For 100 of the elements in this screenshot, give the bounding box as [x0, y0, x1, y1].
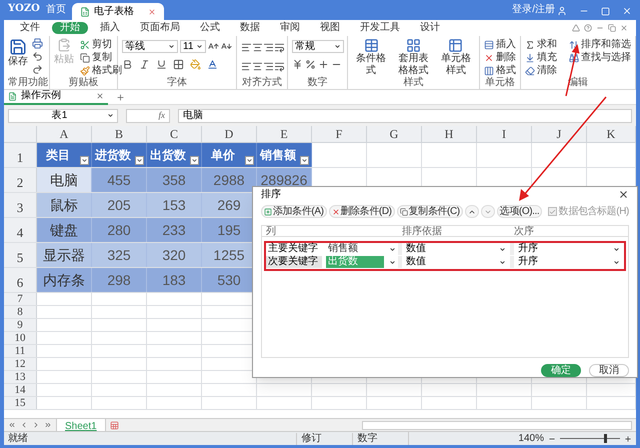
number-format-field[interactable]: 常规: [292, 40, 344, 53]
wrap-text-icon[interactable]: [274, 42, 285, 53]
delete-button[interactable]: 删除: [484, 51, 516, 64]
menu-tab[interactable]: 插入: [92, 22, 128, 34]
align-right-icon[interactable]: [263, 42, 274, 53]
font-color-icon[interactable]: [207, 59, 218, 70]
add-condition-button[interactable]: 添加条件(A): [261, 205, 327, 218]
dropdown-caret-icon[interactable]: [107, 112, 114, 119]
filter-dropdown-icon[interactable]: [80, 156, 89, 165]
column-header[interactable]: I: [502, 126, 506, 143]
filter-dropdown-icon[interactable]: [300, 156, 309, 165]
menu-tab[interactable]: 文件: [12, 22, 48, 34]
row-header[interactable]: 8: [17, 306, 23, 318]
grow-font-icon[interactable]: [208, 41, 219, 52]
column-header[interactable]: H: [444, 126, 454, 143]
currency-icon[interactable]: [292, 59, 303, 70]
sum-button[interactable]: 求和: [525, 38, 557, 51]
delete-condition-button[interactable]: 删除条件(D): [328, 205, 395, 218]
zoom-slider[interactable]: [560, 434, 620, 443]
align-left-icon[interactable]: [241, 42, 252, 53]
collapse-ribbon-icon[interactable]: [572, 24, 580, 32]
row-header[interactable]: 5: [16, 248, 24, 267]
column-header[interactable]: D: [224, 126, 234, 143]
bold-icon[interactable]: [122, 59, 133, 70]
row-header[interactable]: 4: [16, 222, 24, 242]
align-left-icon[interactable]: [241, 61, 252, 72]
fill-button[interactable]: 填充: [525, 51, 557, 64]
italic-icon[interactable]: [139, 59, 150, 70]
home-tab[interactable]: 首页: [40, 4, 72, 20]
column-header[interactable]: C: [170, 126, 178, 143]
dropdown-caret-icon[interactable]: [334, 43, 341, 50]
zoom-in-icon[interactable]: [624, 434, 632, 442]
slider-thumb[interactable]: [604, 434, 607, 443]
cancel-button[interactable]: 取消: [589, 364, 629, 377]
menu-tab[interactable]: 数据: [232, 22, 268, 34]
dropdown-caret-icon[interactable]: [196, 43, 203, 50]
conditional-format-button[interactable]: 条件格式: [352, 38, 390, 77]
menu-tab[interactable]: 视图: [312, 22, 348, 34]
font-size-field[interactable]: 11: [180, 40, 206, 53]
cut-button[interactable]: 剪切: [80, 38, 122, 51]
menu-tab[interactable]: 公式: [192, 22, 228, 34]
increase-decimal-icon[interactable]: [318, 59, 329, 70]
column-header[interactable]: A: [60, 126, 68, 143]
menu-tab[interactable]: 设计: [412, 22, 448, 34]
column-header[interactable]: G: [390, 126, 398, 143]
underline-icon[interactable]: [156, 59, 167, 70]
basis-select[interactable]: 数值: [406, 256, 514, 268]
previous-sheet-icon[interactable]: [20, 421, 28, 429]
row-header[interactable]: 6: [16, 272, 24, 292]
close-icon[interactable]: [96, 92, 104, 100]
align-center-icon[interactable]: [252, 61, 263, 72]
add-sheet-icon[interactable]: [110, 420, 119, 430]
menu-tab[interactable]: 开发工具: [352, 22, 408, 34]
dropdown-caret-icon[interactable]: [168, 43, 175, 50]
maximize-icon[interactable]: [601, 7, 610, 16]
format-button[interactable]: 格式: [484, 64, 516, 77]
align-right-icon[interactable]: [263, 61, 274, 72]
move-up-button[interactable]: [464, 205, 479, 218]
insert-button[interactable]: 插入: [484, 38, 516, 51]
percent-icon[interactable]: [305, 59, 316, 70]
menu-tab[interactable]: 页面布局: [132, 22, 188, 34]
next-sheet-icon[interactable]: [32, 421, 40, 429]
column-header[interactable]: F: [336, 126, 342, 143]
filter-dropdown-icon[interactable]: [135, 156, 144, 165]
function-label[interactable]: fx: [158, 108, 165, 122]
copy-button[interactable]: 复制: [80, 51, 122, 64]
login-button[interactable]: 登录/注册: [512, 4, 555, 20]
last-sheet-icon[interactable]: [44, 421, 52, 429]
shrink-font-icon[interactable]: [221, 41, 232, 52]
options-button[interactable]: 选项(O)...: [496, 205, 542, 218]
column-header[interactable]: B: [114, 126, 123, 143]
document-tab[interactable]: 电子表格: [72, 3, 164, 20]
order-select[interactable]: 升序: [518, 256, 624, 268]
cell-style-button[interactable]: 单元格样式: [436, 38, 475, 77]
row-header[interactable]: 7: [17, 293, 23, 305]
first-sheet-icon[interactable]: [8, 421, 16, 429]
font-family-field[interactable]: 等线: [122, 40, 178, 53]
fill-color-icon[interactable]: [190, 59, 201, 70]
row-header[interactable]: 1: [16, 148, 24, 167]
format-painter-button[interactable]: 格式刷: [80, 64, 122, 77]
print-icon[interactable]: [32, 38, 43, 49]
row-header[interactable]: 2: [16, 172, 24, 192]
table-format-button[interactable]: 套用表格格式: [394, 38, 433, 77]
undo-icon[interactable]: [32, 51, 43, 62]
order-select[interactable]: 升序: [518, 243, 624, 256]
restore-icon[interactable]: [608, 24, 616, 32]
close-icon[interactable]: [618, 189, 629, 200]
menu-tab[interactable]: 审阅: [272, 22, 308, 34]
indent-icon[interactable]: [274, 61, 285, 72]
copy-condition-button[interactable]: 复制条件(C): [396, 205, 463, 218]
row-header[interactable]: 9: [17, 319, 23, 331]
align-center-icon[interactable]: [252, 42, 263, 53]
column-header[interactable]: K: [606, 126, 616, 143]
row-header[interactable]: 3: [16, 198, 24, 217]
border-icon[interactable]: [173, 59, 184, 70]
basis-select[interactable]: 数值: [406, 243, 514, 256]
filter-dropdown-icon[interactable]: [245, 156, 254, 165]
new-tab-icon[interactable]: [116, 92, 125, 102]
formula-field[interactable]: 电脑: [178, 108, 632, 122]
filter-dropdown-icon[interactable]: [190, 156, 199, 165]
